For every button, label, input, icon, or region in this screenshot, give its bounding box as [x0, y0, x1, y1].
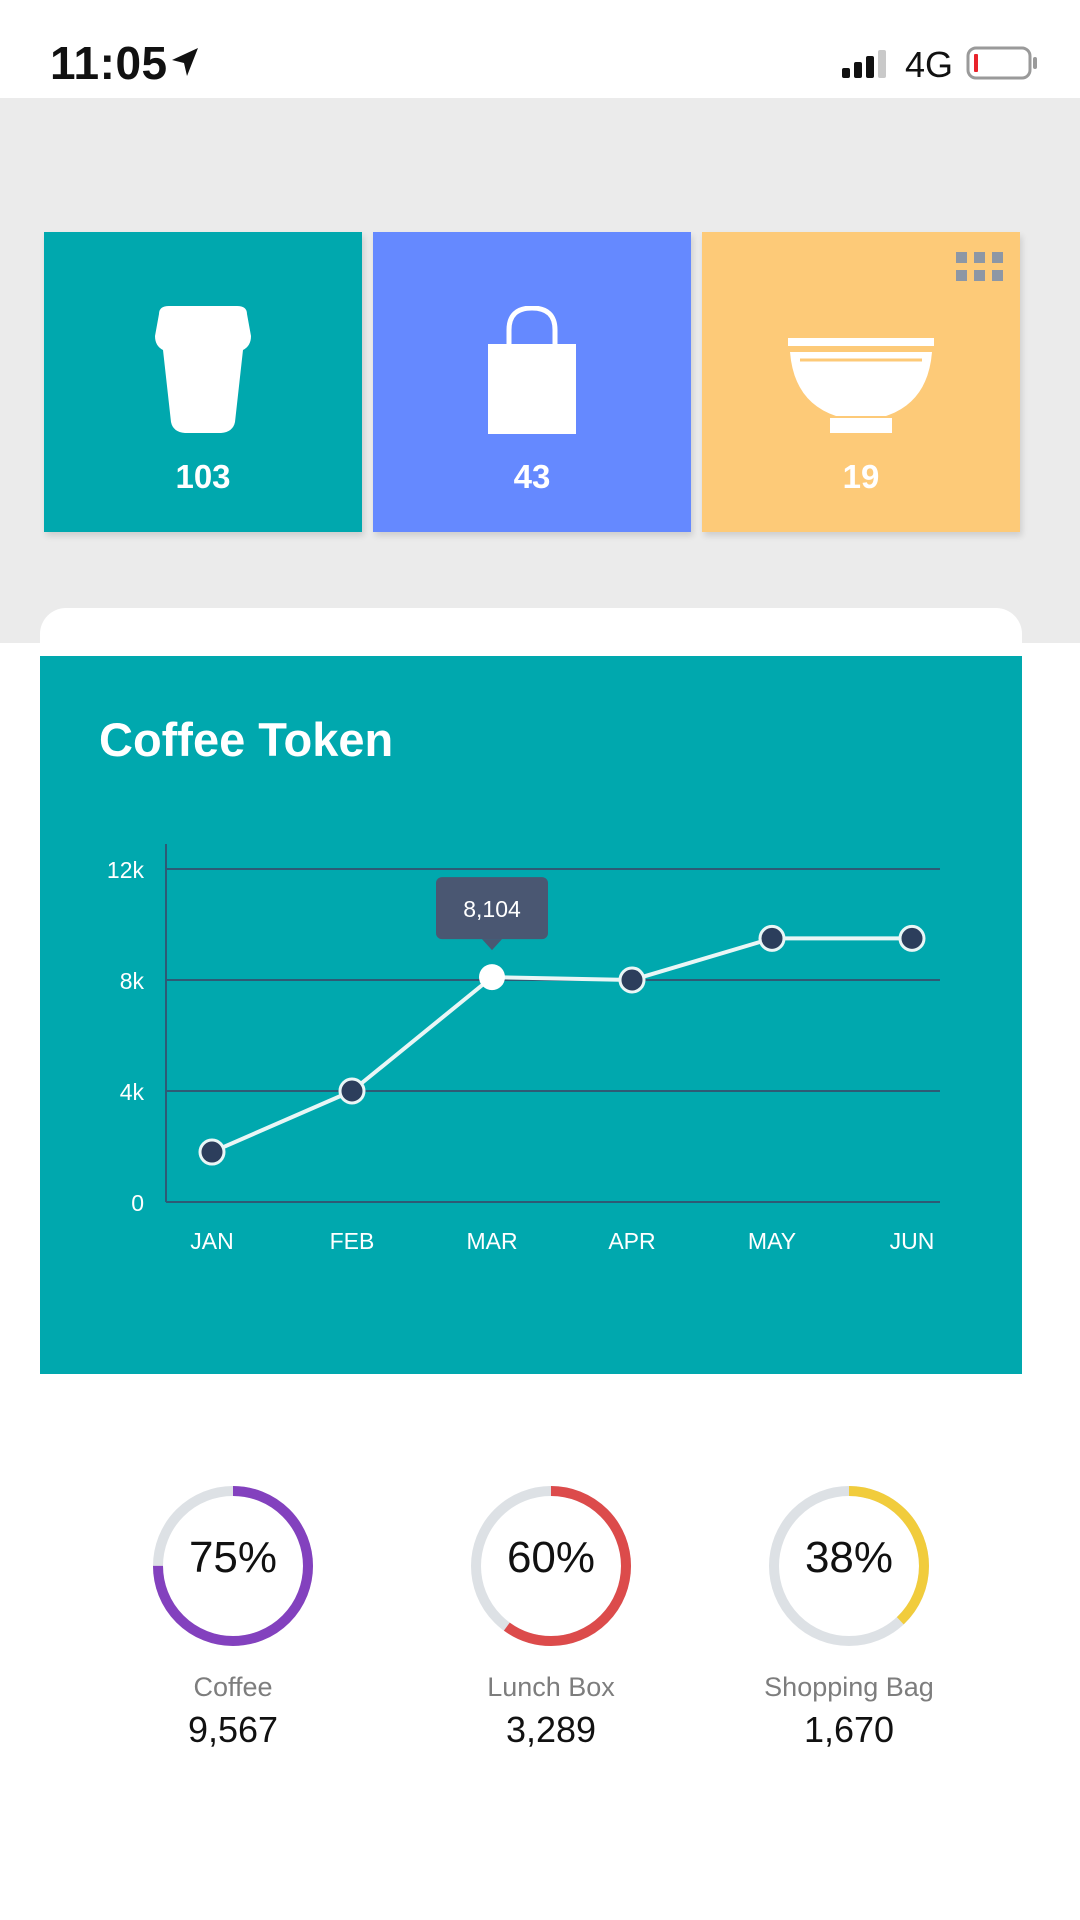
- tile-bowl[interactable]: 19: [702, 232, 1020, 532]
- donut-stat: 75% Coffee 9,567: [93, 1480, 373, 1751]
- donut-stat: 38% Shopping Bag 1,670: [709, 1480, 989, 1751]
- x-tick-label: APR: [608, 1228, 655, 1254]
- donut-percent: 38%: [804, 1533, 894, 1582]
- coffee-cup-icon: [155, 306, 251, 433]
- status-time: 11:05: [50, 37, 168, 89]
- y-tick-label: 0: [131, 1190, 144, 1216]
- tooltip-value: 8,104: [463, 896, 521, 922]
- signal-bars-icon: [842, 50, 886, 78]
- data-point: [618, 966, 646, 994]
- status-bar: 11:05 4G: [0, 0, 1080, 98]
- data-point: [198, 1138, 226, 1166]
- location-arrow-icon: [172, 48, 198, 76]
- line-chart: 0 4k 8k 12k JAN FEB MAR APR MAY JUN 8,104: [107, 844, 940, 1254]
- x-tick-label: MAY: [748, 1228, 796, 1254]
- series-line: [211, 936, 912, 1154]
- tile-value: 43: [513, 458, 551, 495]
- network-label: 4G: [905, 44, 954, 85]
- x-tick-label: FEB: [330, 1228, 375, 1254]
- y-tick-label: 4k: [120, 1079, 145, 1105]
- shopping-bag-icon: [488, 306, 576, 434]
- data-point: [758, 924, 786, 952]
- battery-low-icon: [966, 46, 1037, 80]
- donut-percent: 60%: [506, 1533, 596, 1582]
- coffee-token-chart: Coffee Token 0 4k 8k 12k JAN FEB MAR APR MAY JUN 8…: [40, 656, 1022, 1374]
- donut-percent: 75%: [188, 1533, 278, 1582]
- donut-stat: 60% Lunch Box 3,289: [411, 1480, 691, 1751]
- data-point: [898, 924, 926, 952]
- apps-grid-icon[interactable]: [956, 252, 1004, 282]
- tile-value: 19: [842, 458, 880, 495]
- tile-value: 103: [175, 458, 231, 495]
- tile-shopping-bag[interactable]: 43: [373, 232, 691, 532]
- tooltip-pointer: [482, 939, 502, 951]
- donut-label: Coffee: [193, 1672, 273, 1702]
- tile-coffee[interactable]: 103: [44, 232, 362, 532]
- x-tick-label: JAN: [190, 1228, 233, 1254]
- bowl-icon: [788, 338, 934, 433]
- x-tick-label: JUN: [890, 1228, 935, 1254]
- x-tick-label: MAR: [466, 1228, 517, 1254]
- y-tick-label: 12k: [107, 857, 145, 883]
- donut-label: Shopping Bag: [764, 1672, 934, 1702]
- data-point-highlight: [479, 964, 505, 991]
- y-tick-label: 8k: [120, 968, 145, 994]
- data-point: [338, 1077, 366, 1105]
- donut-value: 3,289: [505, 1709, 597, 1750]
- donut-value: 1,670: [803, 1709, 895, 1750]
- donut-value: 9,567: [187, 1709, 279, 1750]
- donut-label: Lunch Box: [487, 1672, 615, 1702]
